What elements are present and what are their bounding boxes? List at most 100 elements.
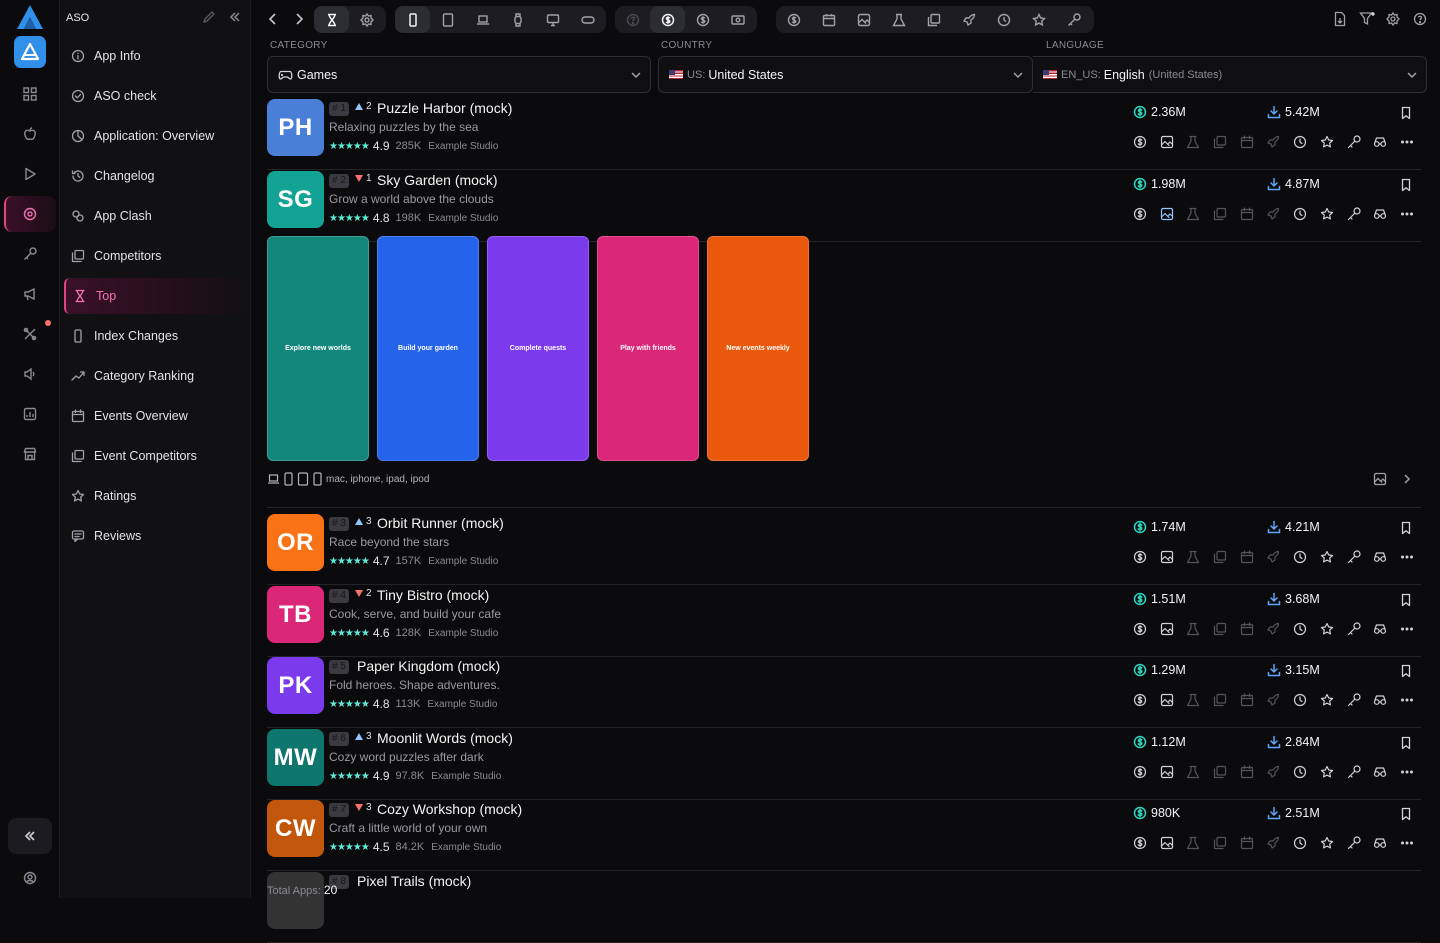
app-row[interactable]: TB # 4 2 Tiny Bistro (mock) Cook, serve, and… <box>267 586 1421 657</box>
app-row[interactable]: CW # 7 3 Cozy Workshop (mock) Craft a little… <box>267 800 1421 871</box>
desktop-icon[interactable] <box>535 6 570 33</box>
app-name[interactable]: Tiny Bistro (mock) <box>377 587 489 603</box>
app-icon[interactable]: TB <box>267 586 324 643</box>
rocket-icon[interactable] <box>1266 205 1293 223</box>
dollar-icon[interactable] <box>1133 691 1160 709</box>
megaphone-icon[interactable] <box>20 284 40 304</box>
rocket-icon[interactable] <box>1266 691 1293 709</box>
image-icon[interactable] <box>1160 205 1187 223</box>
grossing-money-icon[interactable] <box>720 6 755 33</box>
tools-icon[interactable] <box>20 324 40 344</box>
app-icon[interactable]: CW <box>267 800 324 857</box>
paid-dollar-icon[interactable] <box>650 6 685 33</box>
gallery-next-icon[interactable] <box>1401 472 1413 486</box>
star-icon[interactable] <box>1320 834 1347 852</box>
brand-logo[interactable] <box>16 4 44 30</box>
sidebar-item-application-overview[interactable]: Application: Overview <box>64 118 247 154</box>
app-screenshot[interactable]: Build your garden <box>377 236 479 461</box>
rocket-icon[interactable] <box>1266 548 1293 566</box>
binoculars-icon[interactable] <box>1373 205 1400 223</box>
layers-icon[interactable] <box>1213 205 1240 223</box>
iphone-icon[interactable] <box>395 6 430 33</box>
binoculars-icon[interactable] <box>1373 763 1400 781</box>
star-icon[interactable] <box>1021 6 1056 33</box>
key-icon[interactable] <box>1347 548 1374 566</box>
watch-icon[interactable] <box>500 6 535 33</box>
country-select[interactable]: US: United States <box>658 56 1033 93</box>
binoculars-icon[interactable] <box>1373 548 1400 566</box>
clock-icon[interactable] <box>1293 133 1320 151</box>
binoculars-icon[interactable] <box>1373 834 1400 852</box>
volume-icon[interactable] <box>20 364 40 384</box>
free-dollar-icon[interactable] <box>685 6 720 33</box>
forward-arrow-icon[interactable] <box>293 10 305 28</box>
binoculars-icon[interactable] <box>1373 620 1400 638</box>
bookmark-icon[interactable] <box>1399 178 1413 192</box>
calendar-icon[interactable] <box>1240 691 1267 709</box>
developer-name[interactable]: Example Studio <box>428 141 498 152</box>
key-filter-icon[interactable] <box>1056 6 1091 33</box>
flask-icon[interactable] <box>1186 763 1213 781</box>
rocket-icon[interactable] <box>1266 834 1293 852</box>
app-screenshot[interactable]: Explore new worlds <box>267 236 369 461</box>
key-icon[interactable] <box>20 244 40 264</box>
app-name[interactable]: Moonlit Words (mock) <box>377 730 513 746</box>
app-icon[interactable]: PH <box>267 99 324 156</box>
bookmark-icon[interactable] <box>1399 593 1413 607</box>
collapse-sidebar-icon[interactable] <box>228 10 242 24</box>
developer-name[interactable]: Example Studio <box>428 213 498 224</box>
star-icon[interactable] <box>1320 691 1347 709</box>
layers-icon[interactable] <box>1213 548 1240 566</box>
apple-icon[interactable] <box>20 124 40 144</box>
app-screenshot[interactable]: Complete quests <box>487 236 589 461</box>
sidebar-item-events-overview[interactable]: Events Overview <box>64 398 247 434</box>
flask-icon[interactable] <box>1186 691 1213 709</box>
app-row[interactable]: PH # 1 2 Puzzle Harbor (mock) Relaxing puzzl… <box>267 99 1421 170</box>
app-name[interactable]: Puzzle Harbor (mock) <box>377 100 512 116</box>
app-screenshot[interactable]: New events weekly <box>707 236 809 461</box>
target-icon[interactable] <box>20 204 40 224</box>
sidebar-item-app-info[interactable]: App Info <box>64 38 247 74</box>
binoculars-icon[interactable] <box>1373 133 1400 151</box>
clock-icon[interactable] <box>1293 834 1320 852</box>
clock-icon[interactable] <box>986 6 1021 33</box>
sidebar-item-top[interactable]: Top <box>64 278 247 314</box>
sidebar-item-index-changes[interactable]: Index Changes <box>64 318 247 354</box>
key-icon[interactable] <box>1347 763 1374 781</box>
analytics-icon[interactable] <box>20 404 40 424</box>
export-file-icon[interactable] <box>1333 11 1347 27</box>
star-icon[interactable] <box>1320 205 1347 223</box>
vision-headset-icon[interactable] <box>570 6 605 33</box>
app-name[interactable]: Sky Garden (mock) <box>377 172 498 188</box>
sidebar-item-changelog[interactable]: Changelog <box>64 158 247 194</box>
layers-icon[interactable] <box>916 6 951 33</box>
developer-name[interactable]: Example Studio <box>428 628 498 639</box>
sidebar-item-competitors[interactable]: Competitors <box>64 238 247 274</box>
app-screenshot[interactable]: Play with friends <box>597 236 699 461</box>
binoculars-icon[interactable] <box>1373 691 1400 709</box>
rocket-icon[interactable] <box>951 6 986 33</box>
app-name[interactable]: Paper Kingdom (mock) <box>357 658 500 674</box>
star-icon[interactable] <box>1320 763 1347 781</box>
bookmark-icon[interactable] <box>1399 807 1413 821</box>
mac-laptop-icon[interactable] <box>465 6 500 33</box>
flask-icon[interactable] <box>1186 620 1213 638</box>
star-icon[interactable] <box>1320 548 1347 566</box>
flask-icon[interactable] <box>1186 548 1213 566</box>
rocket-icon[interactable] <box>1266 133 1293 151</box>
calendar-icon[interactable] <box>1240 763 1267 781</box>
star-icon[interactable] <box>1320 133 1347 151</box>
image-icon[interactable] <box>846 6 881 33</box>
app-row[interactable]: MW # 6 3 Moonlit Words (mock) Cozy word puzz… <box>267 729 1421 800</box>
layers-icon[interactable] <box>1213 133 1240 151</box>
clock-icon[interactable] <box>1293 763 1320 781</box>
layers-icon[interactable] <box>1213 834 1240 852</box>
bookmark-icon[interactable] <box>1399 106 1413 120</box>
dollar-icon[interactable] <box>1133 548 1160 566</box>
clock-icon[interactable] <box>1293 620 1320 638</box>
more-icon[interactable] <box>1400 133 1427 151</box>
clock-icon[interactable] <box>1293 205 1320 223</box>
more-icon[interactable] <box>1400 548 1427 566</box>
image-icon[interactable] <box>1160 133 1187 151</box>
app-row[interactable]: # 8 Pixel Trails (mock) <box>267 872 1421 943</box>
